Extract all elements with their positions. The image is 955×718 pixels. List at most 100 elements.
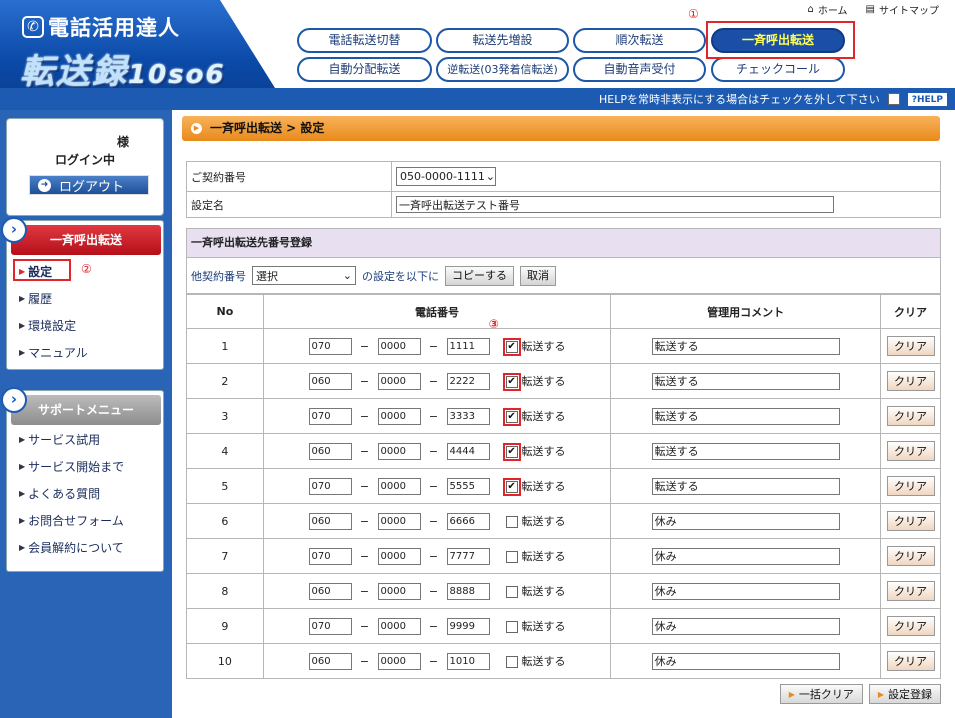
home-link[interactable]: ⌂ ホーム	[807, 2, 847, 17]
forward-checkbox[interactable]	[505, 516, 518, 528]
dash-separator: −	[428, 549, 439, 563]
nav-phone-switch[interactable]: 電話転送切替	[297, 28, 432, 53]
phone-part1-input[interactable]: 060	[308, 442, 352, 460]
setting-name-input[interactable]: 一斉呼出転送テスト番号	[396, 196, 834, 213]
nav-auto-voice[interactable]: 自動音声受付	[573, 57, 706, 82]
phone-part1-input[interactable]: 060	[308, 582, 352, 600]
phone-part1-input[interactable]: 070	[308, 337, 352, 355]
comment-input[interactable]: 転送する	[651, 407, 840, 425]
sitemap-link[interactable]: ▤ サイトマップ	[866, 2, 939, 17]
phone-part2-input[interactable]: 0000	[377, 477, 421, 495]
clear-button[interactable]: クリア	[886, 616, 935, 636]
phone-part1-input[interactable]: 070	[308, 547, 352, 565]
home-icon: ⌂	[807, 4, 814, 15]
phone-part2-input[interactable]: 0000	[377, 512, 421, 530]
phone-part3-input[interactable]: 5555	[446, 477, 490, 495]
comment-input[interactable]: 転送する	[651, 442, 840, 460]
clear-button[interactable]: クリア	[886, 581, 935, 601]
sidebar-item-manual[interactable]: ▶ マニュアル	[19, 344, 88, 361]
phone-part3-input[interactable]: 4444	[446, 442, 490, 460]
clear-button[interactable]: クリア	[886, 651, 935, 671]
sidebar-item-history[interactable]: ▶ 履歴	[19, 290, 52, 307]
dash-separator: −	[428, 479, 439, 493]
sidebar-item-start[interactable]: ▶ サービス開始まで	[19, 458, 124, 475]
comment-input[interactable]: 休み	[651, 582, 840, 600]
phone-cell: 070−0000−9999 転送する	[262, 608, 612, 644]
logout-button[interactable]: ➜ ログアウト	[29, 175, 149, 195]
sidebar-item-trial[interactable]: ▶ サービス試用	[19, 431, 100, 448]
phone-part3-input[interactable]: 1111	[446, 337, 490, 355]
comment-input[interactable]: 転送する	[651, 477, 840, 495]
forward-checkbox[interactable]	[505, 656, 518, 668]
comment-input[interactable]: 休み	[651, 652, 840, 670]
phone-part1-input[interactable]: 060	[308, 372, 352, 390]
help-bar: HELPを常時非表示にする場合はチェックを外して下さい ?HELP	[0, 88, 955, 110]
forward-checkbox[interactable]: ✔	[502, 338, 521, 356]
forward-checkbox[interactable]	[505, 551, 518, 563]
phone-part3-input[interactable]: 6666	[446, 512, 490, 530]
support-menu: サポートメニュー › ▶ サービス試用 ▶ サービス開始まで ▶ よくある質問 ▶ お問…	[1, 387, 164, 572]
nav-check-call[interactable]: チェックコール	[711, 57, 845, 82]
nav-sequential-forward[interactable]: 順次転送	[573, 28, 706, 53]
forward-checkbox[interactable]: ✔	[502, 443, 521, 461]
clear-all-button[interactable]: ▶ 一括クリア	[779, 684, 863, 704]
phone-part2-input[interactable]: 0000	[377, 372, 421, 390]
forward-checkbox[interactable]: ✔	[502, 373, 521, 391]
clear-button[interactable]: クリア	[886, 511, 935, 531]
other-contract-select[interactable]: 選択 ⌄	[252, 266, 356, 285]
phone-part1-input[interactable]: 070	[308, 617, 352, 635]
comment-cell: 休み	[610, 643, 881, 679]
phone-part3-input[interactable]: 2222	[446, 372, 490, 390]
phone-part2-input[interactable]: 0000	[377, 407, 421, 425]
clear-button[interactable]: クリア	[886, 371, 935, 391]
phone-part3-input[interactable]: 7777	[446, 547, 490, 565]
comment-input[interactable]: 休み	[651, 512, 840, 530]
clear-button[interactable]: クリア	[886, 476, 935, 496]
forward-checkbox[interactable]	[505, 621, 518, 633]
copy-button[interactable]: コピーする	[445, 265, 514, 286]
clear-button[interactable]: クリア	[886, 336, 935, 356]
nav-add-destination[interactable]: 転送先増設	[436, 28, 569, 53]
nav-auto-distribute[interactable]: 自動分配転送	[297, 57, 432, 82]
phone-part2-input[interactable]: 0000	[377, 582, 421, 600]
comment-input[interactable]: 転送する	[651, 372, 840, 390]
register-button[interactable]: ▶ 設定登録	[868, 684, 941, 704]
clear-button[interactable]: クリア	[886, 441, 935, 461]
cancel-button[interactable]: 取消	[520, 265, 556, 286]
comment-cell: 転送する	[610, 468, 881, 504]
comment-input[interactable]: 休み	[651, 547, 840, 565]
phone-part1-input[interactable]: 060	[308, 512, 352, 530]
logo-subtitle: 転送録10so6	[20, 52, 226, 92]
forward-checkbox[interactable]	[505, 586, 518, 598]
phone-part3-input[interactable]: 9999	[446, 617, 490, 635]
help-checkbox[interactable]	[887, 93, 900, 105]
phone-part3-input[interactable]: 1010	[446, 652, 490, 670]
sidebar-item-cancel[interactable]: ▶ 会員解約について	[19, 539, 124, 556]
row-no: 5	[186, 468, 264, 504]
help-button[interactable]: ?HELP	[907, 92, 947, 106]
phone-part1-input[interactable]: 070	[308, 407, 352, 425]
phone-cell: 070−0000−3333 ✔ 転送する	[262, 398, 612, 434]
phone-part2-input[interactable]: 0000	[377, 442, 421, 460]
forward-checkbox[interactable]: ✔	[502, 408, 521, 426]
phone-part1-input[interactable]: 070	[308, 477, 352, 495]
phone-part3-input[interactable]: 3333	[446, 407, 490, 425]
sidebar-item-environment[interactable]: ▶ 環境設定	[19, 317, 76, 334]
annotation-3: ③	[488, 317, 499, 331]
phone-part1-input[interactable]: 060	[308, 652, 352, 670]
contract-select[interactable]: 050-0000-1111 ⌄	[396, 167, 496, 186]
sidebar-item-faq[interactable]: ▶ よくある質問	[19, 485, 100, 502]
phone-part2-input[interactable]: 0000	[377, 547, 421, 565]
phone-part2-input[interactable]: 0000	[377, 337, 421, 355]
comment-input[interactable]: 休み	[651, 617, 840, 635]
table-row: 6 060−0000−6666 転送する 休み クリア	[186, 503, 941, 539]
forward-checkbox[interactable]: ✔	[502, 478, 521, 496]
phone-part3-input[interactable]: 8888	[446, 582, 490, 600]
phone-part2-input[interactable]: 0000	[377, 652, 421, 670]
comment-input[interactable]: 転送する	[651, 337, 840, 355]
nav-reverse-forward[interactable]: 逆転送(03発着信転送)	[436, 57, 569, 82]
clear-button[interactable]: クリア	[886, 406, 935, 426]
sidebar-item-contact[interactable]: ▶ お問合せフォーム	[19, 512, 124, 529]
phone-part2-input[interactable]: 0000	[377, 617, 421, 635]
clear-button[interactable]: クリア	[886, 546, 935, 566]
